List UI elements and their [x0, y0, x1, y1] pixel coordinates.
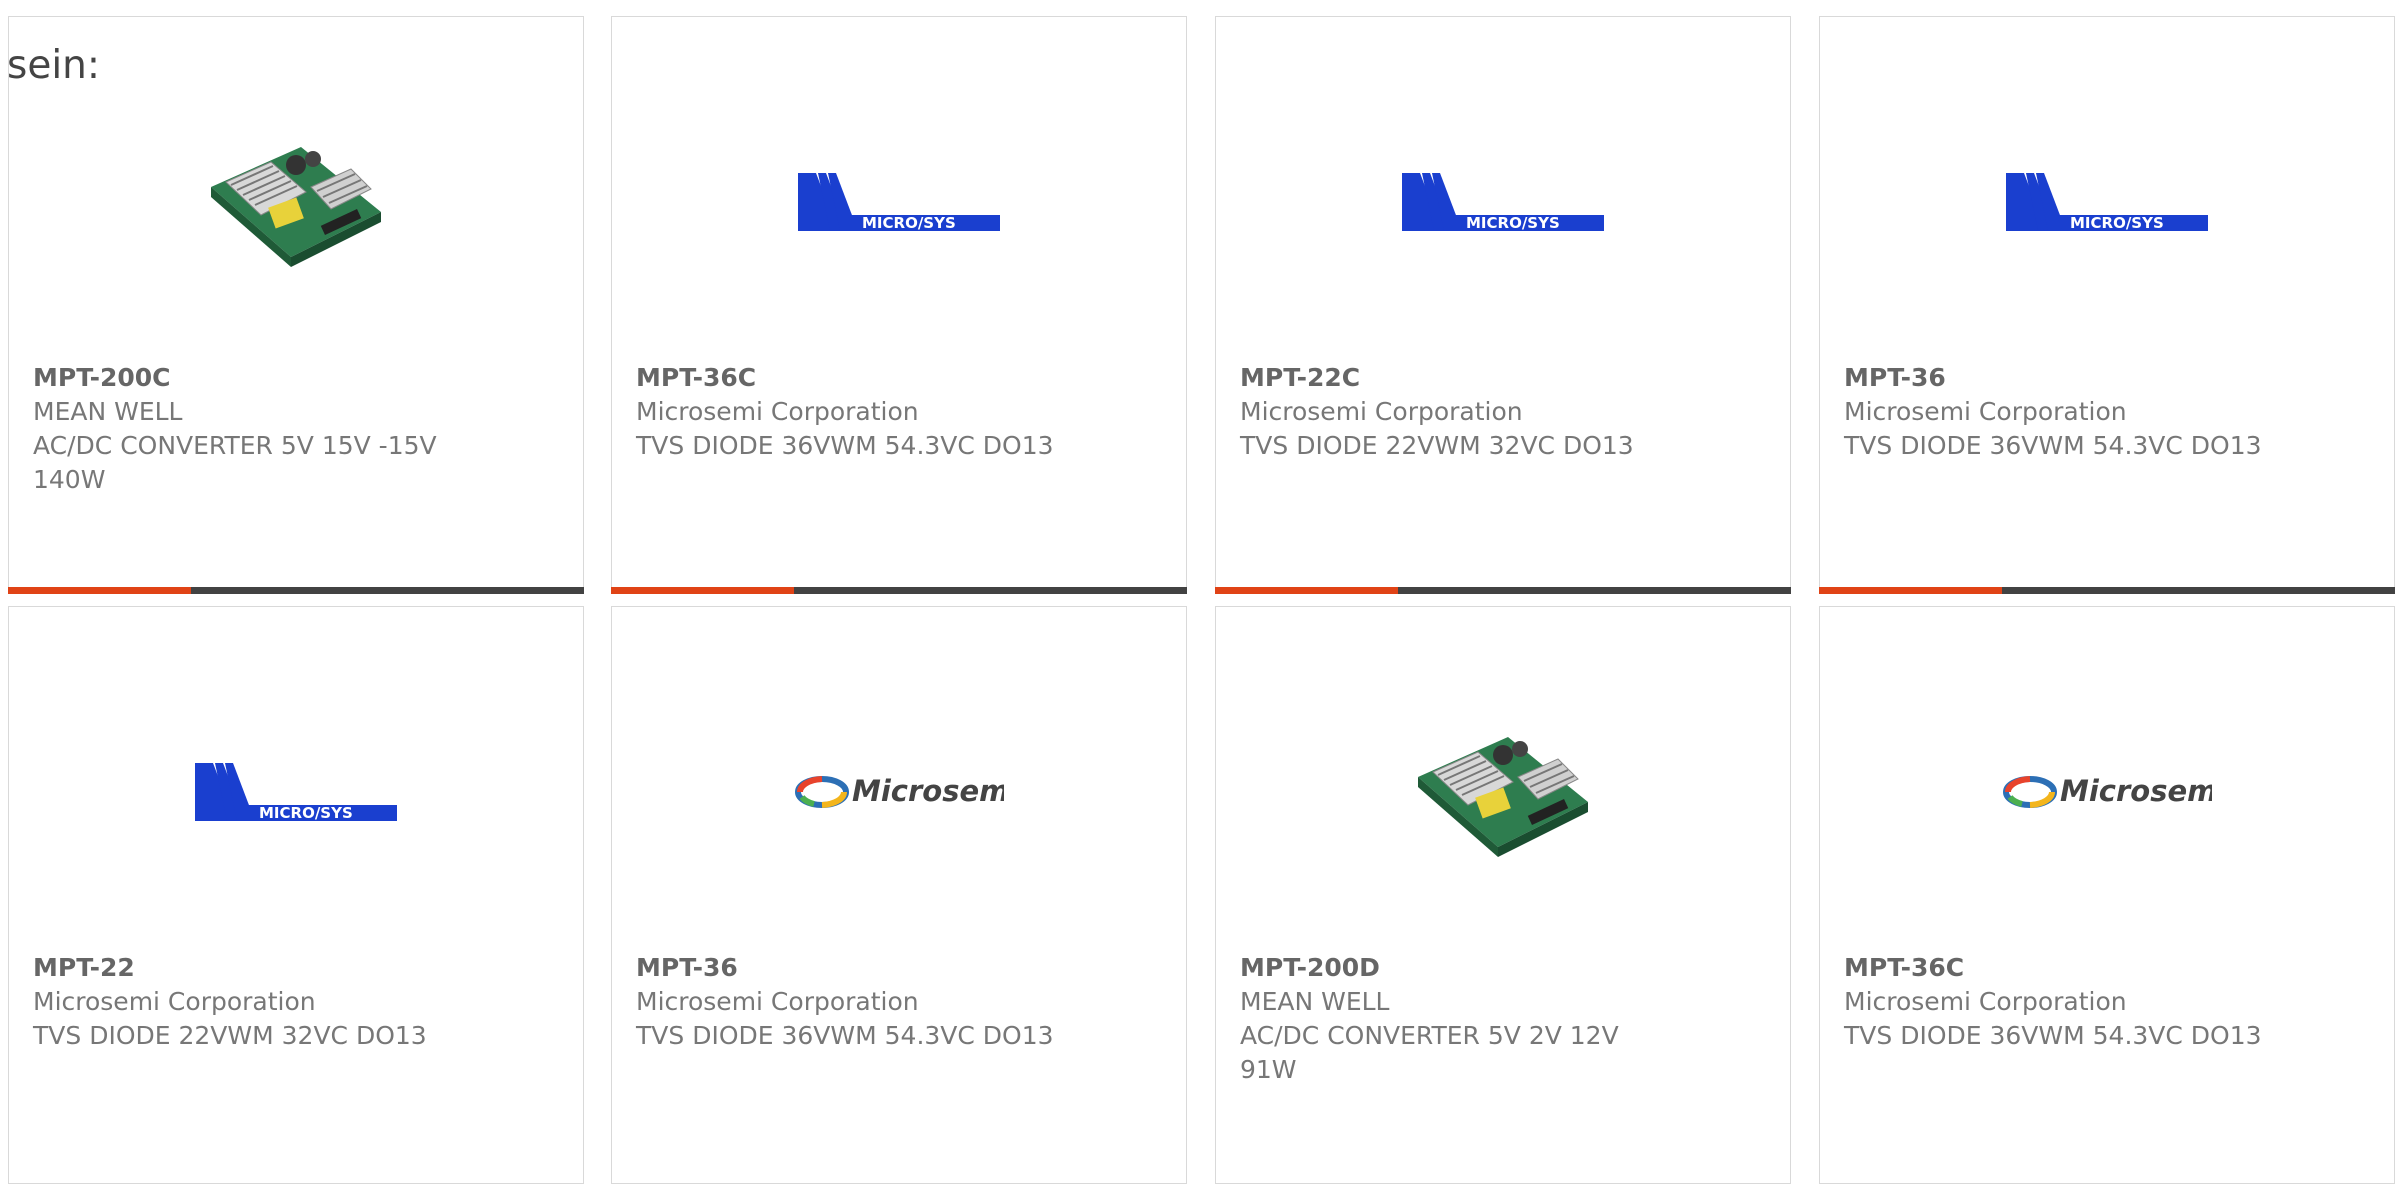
manufacturer: MEAN WELL — [33, 397, 183, 426]
product-image[interactable]: MICRO/SYS — [612, 107, 1186, 297]
microsys-logo-icon: MICRO/SYS — [798, 173, 1000, 232]
product-card[interactable]: MICRO/SYS MPT-36C Microsemi Corporation … — [611, 16, 1187, 594]
microsemi-logo-icon: Microsemi — [2003, 774, 2212, 808]
manufacturer: Microsemi Corporation — [1844, 987, 2127, 1016]
product-card[interactable]: Microsemi MPT-36C Microsemi Corporation … — [1819, 606, 2395, 1184]
description: AC/DC CONVERTER 5V 15V -15V 140W — [33, 431, 437, 494]
product-card[interactable]: MICRO/SYS MPT-36 Microsemi Corporation T… — [1819, 16, 2395, 594]
card-bar — [611, 587, 1187, 594]
part-number[interactable]: MPT-22C — [1240, 361, 1680, 395]
product-card[interactable]: MPT-200D MEAN WELL AC/DC CONVERTER 5V 2V… — [1215, 606, 1791, 1184]
part-number[interactable]: MPT-200D — [1240, 951, 1680, 985]
card-bar — [1819, 587, 2395, 594]
manufacturer: MEAN WELL — [1240, 987, 1390, 1016]
description: TVS DIODE 36VWM 54.3VC DO13 — [1844, 431, 2262, 460]
microsemi-logo-icon: Microsemi — [795, 774, 1004, 808]
product-image[interactable]: Microsemi — [1820, 697, 2394, 887]
product-card[interactable]: Microsemi MPT-36 Microsemi Corporation T… — [611, 606, 1187, 1184]
product-image[interactable]: MICRO/SYS — [1216, 107, 1790, 297]
part-number[interactable]: MPT-200C — [33, 361, 473, 395]
part-number[interactable]: MPT-36C — [1844, 951, 2284, 985]
product-card[interactable]: MPT-200C MEAN WELL AC/DC CONVERTER 5V 15… — [8, 16, 584, 594]
power-supply-board-icon — [1418, 737, 1588, 857]
svg-text:MICRO/SYS: MICRO/SYS — [862, 214, 956, 232]
manufacturer: Microsemi Corporation — [33, 987, 316, 1016]
description: TVS DIODE 22VWM 32VC DO13 — [33, 1021, 427, 1050]
manufacturer: Microsemi Corporation — [636, 987, 919, 1016]
part-number[interactable]: MPT-22 — [33, 951, 473, 985]
description: TVS DIODE 36VWM 54.3VC DO13 — [636, 1021, 1054, 1050]
manufacturer: Microsemi Corporation — [1844, 397, 2127, 426]
product-image[interactable]: MICRO/SYS — [1820, 107, 2394, 297]
microsys-logo-icon: MICRO/SYS — [1402, 173, 1604, 232]
power-supply-board-icon — [211, 147, 381, 267]
part-number[interactable]: MPT-36 — [636, 951, 1076, 985]
microsys-logo-icon: MICRO/SYS — [2006, 173, 2208, 232]
description: AC/DC CONVERTER 5V 2V 12V 91W — [1240, 1021, 1619, 1084]
product-image[interactable]: Microsemi — [612, 697, 1186, 887]
description: TVS DIODE 22VWM 32VC DO13 — [1240, 431, 1634, 460]
part-number[interactable]: MPT-36C — [636, 361, 1076, 395]
microsys-logo-icon: MICRO/SYS — [195, 763, 397, 822]
product-image[interactable] — [1216, 697, 1790, 887]
svg-text:Microsemi: Microsemi — [852, 774, 1004, 808]
card-bar — [1215, 587, 1791, 594]
product-image[interactable]: MICRO/SYS — [9, 697, 583, 887]
intro-text: sein: — [7, 43, 101, 88]
manufacturer: Microsemi Corporation — [636, 397, 919, 426]
description: TVS DIODE 36VWM 54.3VC DO13 — [1844, 1021, 2262, 1050]
product-card[interactable]: MICRO/SYS MPT-22 Microsemi Corporation T… — [8, 606, 584, 1184]
product-card[interactable]: MICRO/SYS MPT-22C Microsemi Corporation … — [1215, 16, 1791, 594]
product-image[interactable] — [9, 107, 583, 297]
manufacturer: Microsemi Corporation — [1240, 397, 1523, 426]
svg-text:MICRO/SYS: MICRO/SYS — [1466, 214, 1560, 232]
svg-text:Microsemi: Microsemi — [2060, 774, 2212, 808]
svg-text:MICRO/SYS: MICRO/SYS — [2070, 214, 2164, 232]
svg-text:MICRO/SYS: MICRO/SYS — [259, 804, 353, 822]
part-number[interactable]: MPT-36 — [1844, 361, 2284, 395]
description: TVS DIODE 36VWM 54.3VC DO13 — [636, 431, 1054, 460]
card-bar — [8, 587, 584, 594]
